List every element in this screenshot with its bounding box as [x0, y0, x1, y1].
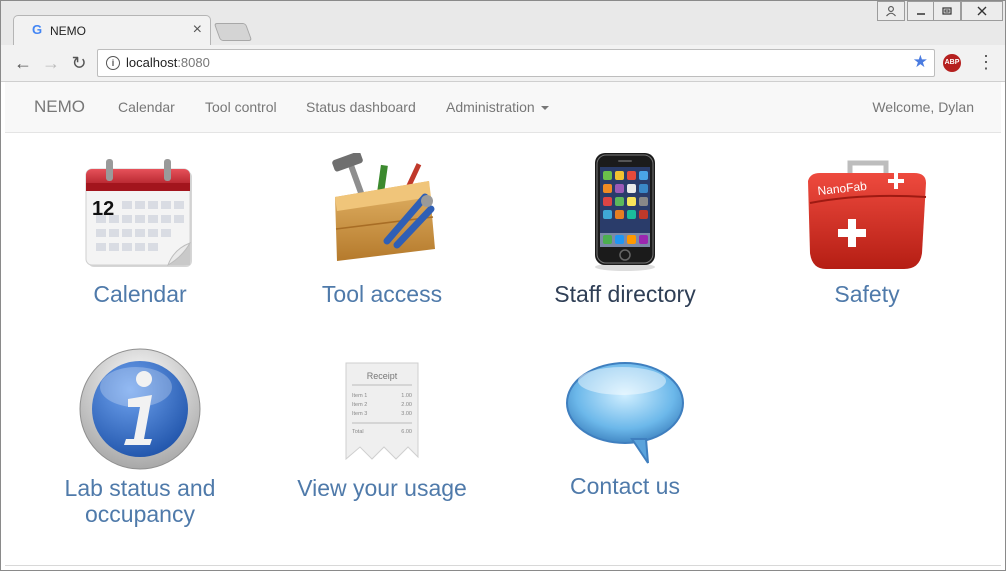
tile-calendar[interactable]: 12 Calendar: [20, 153, 260, 307]
browser-window: G NEMO × ← → ↻ i localhost:8080 ★ ABP ⋮: [0, 0, 1006, 571]
restore-icon: [942, 7, 952, 15]
tile-staff-directory[interactable]: Staff directory: [505, 153, 745, 307]
receipt-total-value: 6.00: [401, 429, 412, 435]
close-window-button[interactable]: [961, 1, 1003, 21]
caret-down-icon: [540, 106, 549, 111]
close-icon: [977, 6, 987, 16]
first-aid-kit-icon: NanoFab: [802, 153, 932, 273]
info-icon[interactable]: i: [106, 56, 120, 70]
reload-icon[interactable]: ↻: [67, 51, 91, 75]
browser-tab[interactable]: G NEMO ×: [13, 15, 211, 46]
tile-contact-us[interactable]: Contact us: [505, 359, 745, 499]
receipt-item-1-value: 1.00: [401, 393, 412, 399]
toolbox-icon: [317, 151, 447, 273]
back-arrow-icon[interactable]: ←: [11, 51, 35, 75]
minimize-icon: [917, 13, 925, 15]
receipt-item-1: Item 1: [352, 393, 367, 399]
nav-status-dashboard[interactable]: Status dashboard: [306, 99, 416, 115]
tile-view-usage[interactable]: Receipt Item 1 1.00 Item 2 2.00 Item 3 3…: [262, 361, 502, 501]
app-navbar: NEMO Calendar Tool control Status dashbo…: [5, 82, 1001, 133]
tile-lab-status-label-line2: occupancy: [85, 501, 195, 527]
tab-close-icon[interactable]: ×: [193, 21, 202, 39]
bookmark-star-icon[interactable]: ★: [913, 52, 928, 72]
receipt-item-3-value: 3.00: [401, 411, 412, 417]
brand-link[interactable]: NEMO: [34, 97, 85, 117]
nav-administration[interactable]: Administration: [446, 99, 549, 115]
receipt-icon: Receipt Item 1 1.00 Item 2 2.00 Item 3 3…: [344, 361, 420, 465]
tile-safety-label: Safety: [834, 281, 900, 307]
tab-title: NEMO: [50, 24, 86, 38]
tile-lab-status[interactable]: Lab status and occupancy: [20, 347, 260, 527]
tile-contact-us-label: Contact us: [570, 473, 680, 499]
calendar-icon: 12: [82, 153, 198, 273]
kebab-menu-icon[interactable]: ⋮: [977, 53, 995, 71]
minimize-button[interactable]: [907, 1, 935, 21]
tile-lab-status-label-line1: Lab status and: [64, 475, 216, 501]
tile-lab-status-label: Lab status and occupancy: [20, 475, 260, 527]
new-tab-button[interactable]: [213, 23, 253, 41]
tab-strip: G NEMO ×: [1, 1, 1005, 46]
profile-button[interactable]: [877, 1, 905, 21]
tile-view-usage-label: View your usage: [297, 475, 467, 501]
url-text: localhost:8080: [126, 55, 210, 70]
nav-calendar[interactable]: Calendar: [118, 99, 175, 115]
browser-toolbar: ← → ↻ i localhost:8080 ★ ABP ⋮: [1, 45, 1005, 82]
tile-staff-directory-label: Staff directory: [554, 281, 696, 307]
page-bottom-border: [5, 565, 1001, 570]
welcome-user[interactable]: Welcome, Dylan: [872, 99, 974, 115]
nav-administration-label: Administration: [446, 99, 535, 115]
receipt-total-label: Total: [352, 429, 364, 435]
tile-tool-access[interactable]: Tool access: [262, 151, 502, 307]
tile-tool-access-label: Tool access: [321, 281, 443, 307]
nav-tool-control[interactable]: Tool control: [205, 99, 277, 115]
adblock-plus-icon[interactable]: ABP: [943, 54, 961, 72]
receipt-item-3: Item 3: [352, 411, 367, 417]
forward-arrow-icon[interactable]: →: [39, 51, 63, 75]
receipt-item-2: Item 2: [352, 402, 367, 408]
address-bar[interactable]: i localhost:8080 ★: [97, 49, 935, 77]
google-favicon-icon: G: [31, 22, 43, 37]
speech-bubble-icon: [564, 359, 686, 467]
receipt-item-2-value: 2.00: [401, 402, 412, 408]
receipt-title: Receipt: [367, 371, 398, 381]
url-port: :8080: [177, 55, 210, 70]
info-icon: [78, 347, 202, 471]
phone-icon: [590, 153, 660, 273]
person-icon: [886, 6, 896, 17]
tile-safety[interactable]: NanoFab Safety: [747, 153, 987, 307]
maximize-button[interactable]: [933, 1, 961, 21]
url-host: localhost: [126, 55, 178, 70]
tile-calendar-label: Calendar: [93, 281, 187, 307]
